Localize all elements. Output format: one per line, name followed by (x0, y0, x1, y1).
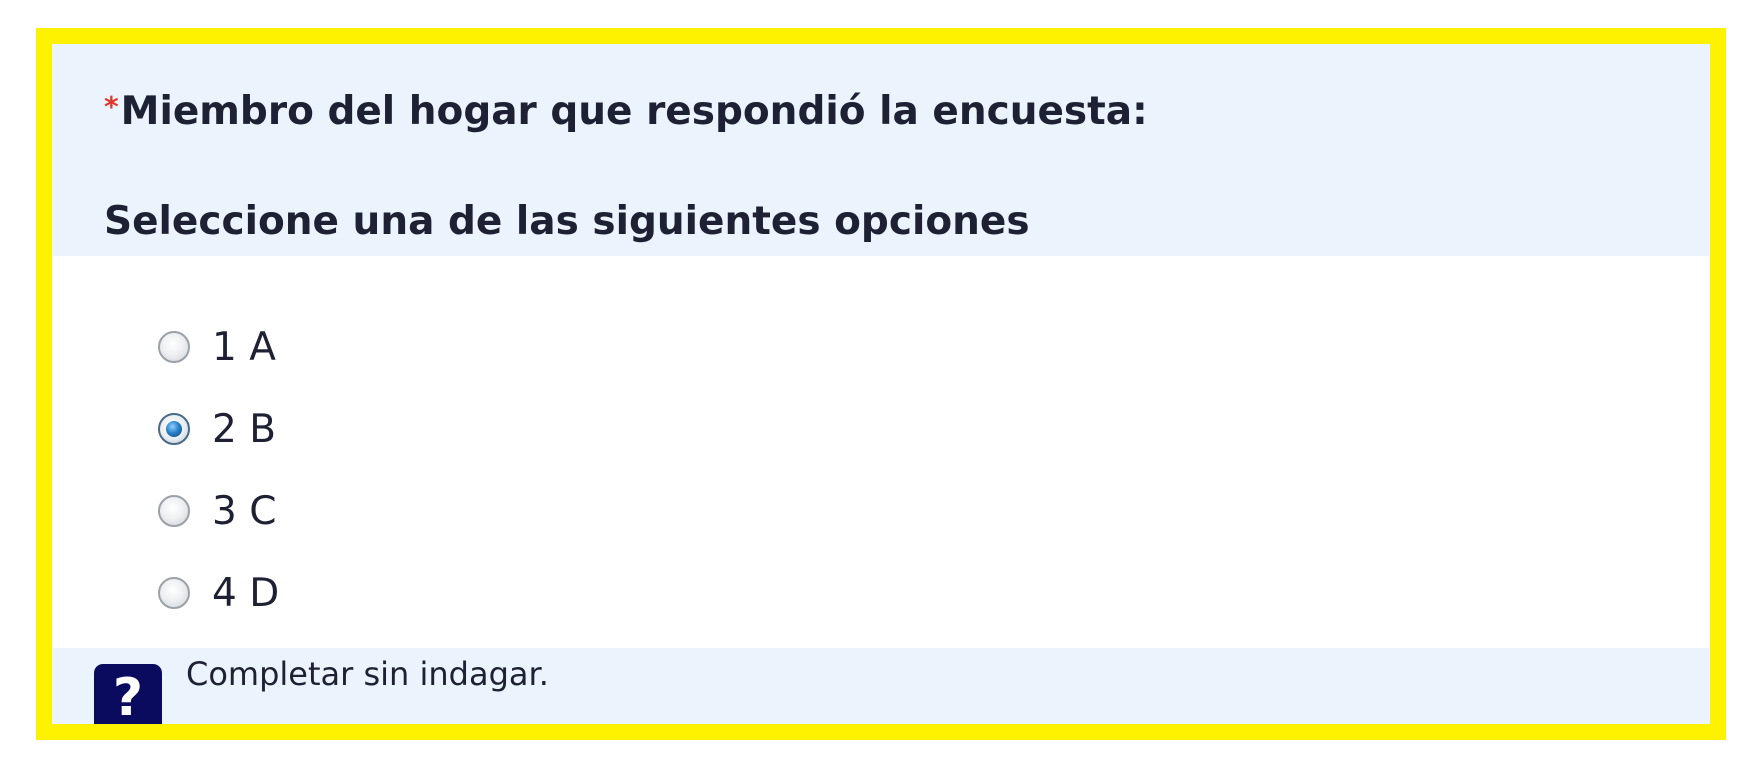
option-label[interactable]: 3 C (212, 492, 276, 531)
option-label[interactable]: 4 D (212, 574, 279, 613)
question-title-text: Miembro del hogar que respondió la encue… (120, 89, 1148, 134)
option-2[interactable]: 2 B (158, 388, 279, 470)
radio-button-option-1[interactable] (158, 331, 190, 363)
question-instruction: Seleccione una de las siguientes opcione… (104, 199, 1030, 244)
options-radio-group: 1 A 2 B 3 C 4 D (158, 306, 279, 634)
question-title: *Miembro del hogar que respondió la encu… (104, 92, 1148, 131)
question-mark-icon[interactable]: ? (94, 664, 162, 724)
option-label[interactable]: 2 B (212, 410, 276, 449)
option-label[interactable]: 1 A (212, 328, 276, 367)
radio-button-option-4[interactable] (158, 577, 190, 609)
help-text: Completar sin indagar. (186, 655, 549, 693)
option-1[interactable]: 1 A (158, 306, 279, 388)
required-mark: * (104, 90, 119, 123)
option-4[interactable]: 4 D (158, 552, 279, 634)
question-header: *Miembro del hogar que respondió la encu… (52, 44, 1710, 256)
question-card: *Miembro del hogar que respondió la encu… (36, 28, 1726, 740)
help-bar: ? Completar sin indagar. (52, 648, 1710, 724)
option-3[interactable]: 3 C (158, 470, 279, 552)
radio-dot (166, 421, 182, 437)
radio-button-option-2[interactable] (158, 413, 190, 445)
radio-button-option-3[interactable] (158, 495, 190, 527)
